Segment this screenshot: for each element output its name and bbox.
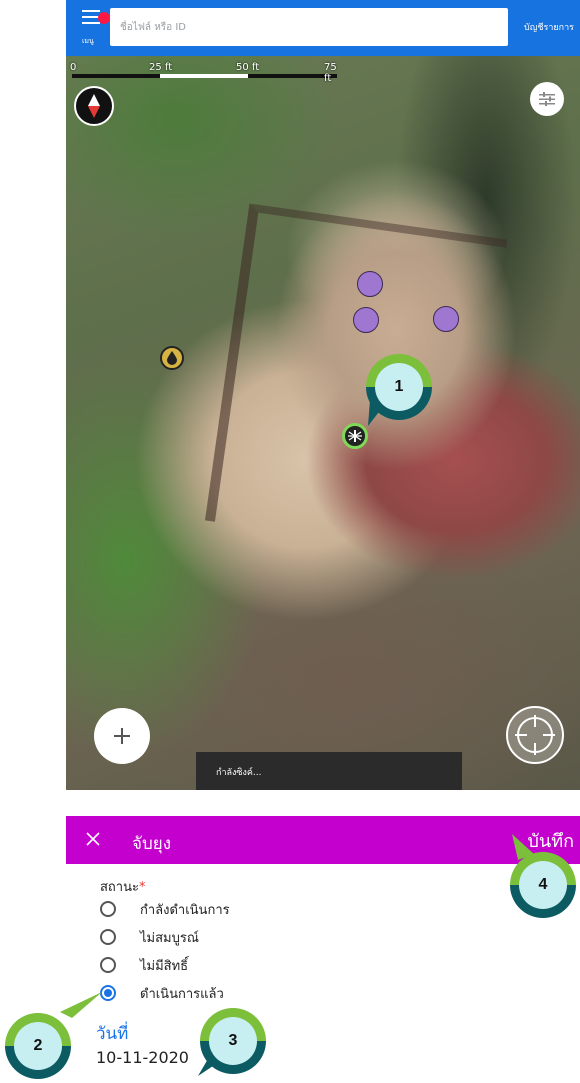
map-marker-purple[interactable] — [353, 307, 379, 333]
form-title: จับยุง — [132, 834, 172, 854]
compass-button[interactable] — [74, 86, 114, 126]
locate-button[interactable] — [506, 706, 564, 764]
date-field-label: วันที่ — [96, 1024, 129, 1044]
close-icon — [86, 832, 100, 846]
mosquito-icon — [348, 430, 362, 442]
callout-pointer — [368, 400, 382, 426]
scale-segment — [160, 74, 248, 78]
menu-label: เมนู — [82, 37, 94, 45]
scale-label: 0 — [70, 62, 77, 73]
hamburger-icon-line — [82, 22, 100, 24]
list-link[interactable]: บัญชีรายการ — [524, 20, 574, 34]
plus-icon — [114, 728, 130, 744]
layer-filter-button[interactable] — [530, 82, 564, 116]
callout-number: 3 — [209, 1017, 257, 1065]
callout-pointer — [60, 992, 102, 1018]
map-scale-bar: 0 25 ft 50 ft 75 ft — [70, 62, 342, 84]
status-option-label: ดำเนินการแล้ว — [140, 986, 224, 1002]
callout-number: 4 — [519, 861, 567, 909]
top-app-bar: เมนู บัญชีรายการ — [66, 0, 580, 56]
satellite-map[interactable] — [66, 0, 580, 790]
drop-icon — [167, 351, 177, 365]
status-option[interactable]: กำลังดำเนินการ — [100, 896, 230, 922]
map-marker-oil[interactable] — [160, 346, 184, 370]
status-field-label: สถานะ* — [100, 876, 145, 897]
notification-dot — [98, 12, 110, 24]
status-option-label: กำลังดำเนินการ — [140, 902, 230, 918]
radio-button-selected[interactable] — [100, 985, 116, 1001]
required-asterisk: * — [138, 880, 146, 895]
status-option-label: ไม่มีสิทธิ์ — [140, 958, 189, 974]
callout-number: 2 — [14, 1022, 62, 1070]
add-feature-button[interactable] — [94, 708, 150, 764]
scale-label: 50 ft — [236, 62, 260, 73]
date-field-value[interactable]: 10-11-2020 — [96, 1048, 189, 1067]
status-option[interactable]: ดำเนินการแล้ว — [100, 980, 224, 1006]
search-box[interactable] — [110, 8, 508, 46]
callout-pointer — [198, 1052, 216, 1076]
status-option-label: ไม่สมบูรณ์ — [140, 930, 199, 946]
map-marker-purple[interactable] — [357, 271, 383, 297]
search-input[interactable] — [110, 8, 508, 46]
scale-label: 75 ft — [324, 62, 337, 84]
map-marker-purple[interactable] — [433, 306, 459, 332]
close-button[interactable] — [86, 826, 110, 852]
radio-button[interactable] — [100, 929, 116, 945]
sliders-icon — [539, 92, 555, 106]
status-option[interactable]: ไม่มีสิทธิ์ — [100, 952, 188, 978]
save-button[interactable]: บันทึก — [528, 826, 575, 855]
radio-button[interactable] — [100, 957, 116, 973]
sync-toast: กำลังซิงค์... — [196, 752, 462, 790]
map-marker-mosquito[interactable] — [342, 423, 368, 449]
radio-button[interactable] — [100, 901, 116, 917]
form-header-bar: จับยุง บันทึก — [66, 816, 580, 864]
status-option[interactable]: ไม่สมบูรณ์ — [100, 924, 199, 950]
compass-icon — [88, 94, 100, 118]
status-label-text: สถานะ — [100, 880, 139, 895]
menu-button[interactable]: เมนู — [78, 8, 110, 48]
app-root: เมนู บัญชีรายการ 0 25 ft 50 ft 75 ft — [0, 0, 580, 1083]
callout-pointer — [512, 834, 534, 860]
scale-label: 25 ft — [149, 62, 173, 73]
crosshair-icon — [515, 715, 555, 755]
hamburger-icon — [82, 10, 100, 12]
map-building-outline — [204, 203, 508, 557]
